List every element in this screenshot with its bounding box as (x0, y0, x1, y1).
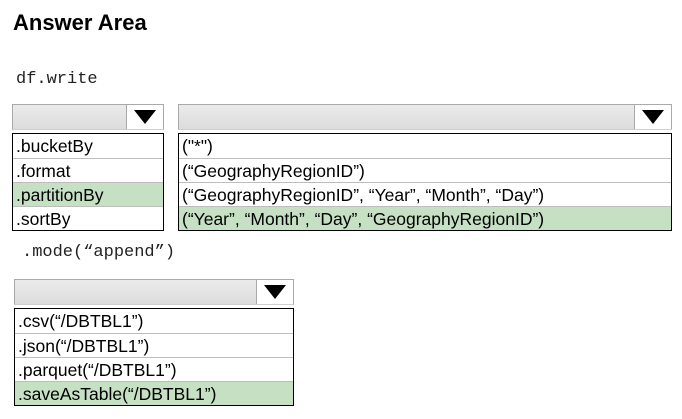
columns-options-list: ("*") (“GeographyRegionID”) (“GeographyR… (178, 133, 672, 231)
method-dropdown-button[interactable] (126, 105, 163, 129)
chevron-down-icon (264, 285, 286, 299)
code-line-write: df.write (16, 70, 98, 89)
chevron-down-icon (134, 110, 156, 124)
columns-dropdown[interactable]: ("*") (“GeographyRegionID”) (“GeographyR… (178, 104, 672, 231)
columns-dropdown-button[interactable] (634, 105, 671, 129)
output-options-list: .csv(“/DBTBL1”) .json(“/DBTBL1”) .parque… (14, 308, 294, 406)
answer-area-title: Answer Area (13, 10, 147, 35)
code-line-mode: .mode(“append”) (22, 243, 176, 262)
option-partitionby[interactable]: .partitionBy (13, 182, 163, 206)
option-sortby[interactable]: .sortBy (13, 206, 163, 230)
option-all-columns[interactable]: ("*") (179, 134, 671, 158)
method-dropdown[interactable]: .bucketBy .format .partitionBy .sortBy (12, 104, 164, 231)
option-format[interactable]: .format (13, 158, 163, 182)
option-bucketby[interactable]: .bucketBy (13, 134, 163, 158)
option-geography-year-month-day[interactable]: (“GeographyRegionID”, “Year”, “Month”, “… (179, 182, 671, 206)
option-json[interactable]: .json(“/DBTBL1”) (15, 333, 293, 357)
option-year-month-day-geography[interactable]: (“Year”, “Month”, “Day”, “GeographyRegio… (179, 206, 671, 230)
option-geographyregionid[interactable]: (“GeographyRegionID”) (179, 158, 671, 182)
output-dropdown-header[interactable] (14, 279, 294, 305)
method-dropdown-header[interactable] (12, 104, 164, 130)
option-csv[interactable]: .csv(“/DBTBL1”) (15, 309, 293, 333)
option-parquet[interactable]: .parquet(“/DBTBL1”) (15, 357, 293, 381)
chevron-down-icon (642, 110, 664, 124)
columns-dropdown-header[interactable] (178, 104, 672, 130)
output-dropdown[interactable]: .csv(“/DBTBL1”) .json(“/DBTBL1”) .parque… (14, 279, 294, 406)
output-dropdown-button[interactable] (256, 280, 293, 304)
method-options-list: .bucketBy .format .partitionBy .sortBy (12, 133, 164, 231)
option-saveastable[interactable]: .saveAsTable(“/DBTBL1”) (15, 381, 293, 405)
